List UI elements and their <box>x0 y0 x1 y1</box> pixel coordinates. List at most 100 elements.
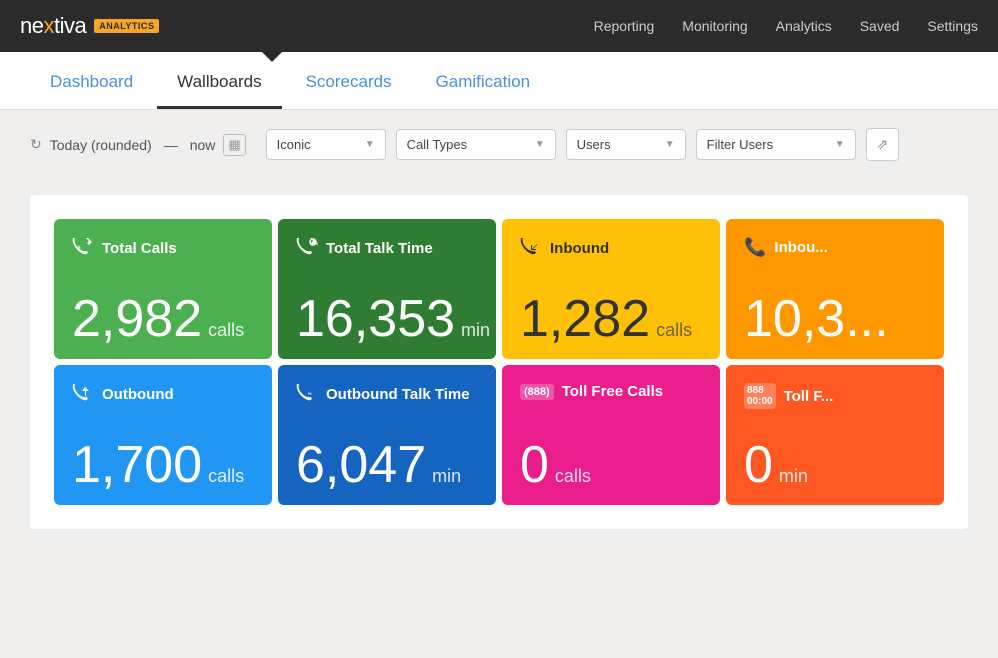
inbound-value-row: 1,282 calls <box>520 293 700 345</box>
inbound-title: Inbound <box>550 240 609 257</box>
card-outbound[interactable]: Outbound 1,700 calls <box>54 365 272 505</box>
filter-users-dropdown[interactable]: Filter Users ▼ <box>696 129 856 160</box>
tab-wallboards[interactable]: Wallboards <box>157 72 281 109</box>
outbound-talk-time-title: Outbound Talk Time <box>326 386 470 403</box>
nav-arrow <box>262 52 282 62</box>
toll-free-calls-value: 0 <box>520 439 549 491</box>
inbound-talk-time-title: Inbou... <box>774 239 827 256</box>
outbound-talk-time-icon: ∞ <box>296 383 318 406</box>
call-types-dropdown[interactable]: Call Types ▼ <box>396 129 556 160</box>
users-dropdown[interactable]: Users ▼ <box>566 129 686 160</box>
logo-area: nextiva ANALYTICS <box>20 13 159 39</box>
view-type-dropdown[interactable]: Iconic ▼ <box>266 129 386 160</box>
card-total-calls-header: Total Calls <box>72 237 252 260</box>
card-outbound-talk-time-header: ∞ Outbound Talk Time <box>296 383 476 406</box>
logo-dot: x <box>43 13 54 38</box>
inbound-talk-time-value-row: 10,3... <box>744 293 924 345</box>
date-range-label: ↻ Today (rounded) — now ▦ <box>30 134 246 156</box>
filter-users-arrow: ▼ <box>835 139 845 150</box>
inbound-talk-time-icon: 📞 <box>744 237 766 258</box>
total-calls-value: 2,982 <box>72 293 202 345</box>
calendar-icon[interactable]: ▦ <box>223 134 245 156</box>
svg-text:∞: ∞ <box>308 391 312 397</box>
card-toll-free-calls[interactable]: (888) Toll Free Calls 0 calls <box>502 365 720 505</box>
logo-tiva: tiva <box>54 13 86 38</box>
total-talk-time-value: 16,353 <box>296 293 455 345</box>
tab-gamification[interactable]: Gamification <box>416 72 550 109</box>
total-talk-time-unit: min <box>461 320 490 341</box>
toll-free-time-unit: min <box>779 466 808 487</box>
date-separator: — <box>164 137 178 153</box>
total-talk-time-title: Total Talk Time <box>326 240 433 257</box>
export-button[interactable]: ⇗ <box>866 128 900 161</box>
outbound-unit: calls <box>208 466 244 487</box>
card-inbound-header: Inbound <box>520 237 700 260</box>
tab-scorecards[interactable]: Scorecards <box>286 72 412 109</box>
nav-links: Reporting Monitoring Analytics Saved Set… <box>594 18 978 34</box>
toll-free-calls-value-row: 0 calls <box>520 439 700 491</box>
toll-free-time-value: 0 <box>744 439 773 491</box>
tab-dashboard[interactable]: Dashboard <box>30 72 153 109</box>
outbound-talk-time-value: 6,047 <box>296 439 426 491</box>
outbound-value-row: 1,700 calls <box>72 439 252 491</box>
total-talk-time-icon: 00:00 <box>296 237 318 260</box>
card-total-talk-time[interactable]: 00:00 Total Talk Time 16,353 min <box>278 219 496 359</box>
date-end: now <box>190 137 216 153</box>
logo-text: nextiva <box>20 13 86 39</box>
users-arrow: ▼ <box>665 139 675 150</box>
call-types-arrow: ▼ <box>535 139 545 150</box>
nav-analytics[interactable]: Analytics <box>776 18 832 34</box>
inbound-value: 1,282 <box>520 293 650 345</box>
card-toll-free-time-header: 88800:00 Toll F... <box>744 383 924 409</box>
outbound-title: Outbound <box>102 386 174 403</box>
card-inbound-talk-time[interactable]: 📞 Inbou... 10,3... <box>726 219 944 359</box>
outbound-value: 1,700 <box>72 439 202 491</box>
inbound-unit: calls <box>656 320 692 341</box>
logo-n: ne <box>20 13 43 38</box>
wallboard-content: Total Calls 2,982 calls 00:00 <box>0 175 998 549</box>
card-outbound-header: Outbound <box>72 383 252 406</box>
refresh-icon[interactable]: ↻ <box>30 136 42 153</box>
cards-container: Total Calls 2,982 calls 00:00 <box>30 195 968 529</box>
nav-reporting[interactable]: Reporting <box>594 18 655 34</box>
toll-free-time-icon: 88800:00 <box>744 383 776 409</box>
date-start: Today (rounded) <box>50 137 152 153</box>
total-talk-time-value-row: 16,353 min <box>296 293 476 345</box>
total-calls-title: Total Calls <box>102 240 177 257</box>
inbound-talk-time-value: 10,3... <box>744 293 889 345</box>
outbound-talk-time-unit: min <box>432 466 461 487</box>
analytics-badge: ANALYTICS <box>94 19 159 33</box>
card-outbound-talk-time[interactable]: ∞ Outbound Talk Time 6,047 min <box>278 365 496 505</box>
outbound-talk-time-value-row: 6,047 min <box>296 439 476 491</box>
view-type-value: Iconic <box>277 137 311 152</box>
filter-users-value: Filter Users <box>707 137 773 152</box>
toll-free-calls-icon: (888) <box>520 384 554 400</box>
total-calls-value-row: 2,982 calls <box>72 293 252 345</box>
toolbar: ↻ Today (rounded) — now ▦ Iconic ▼ Call … <box>0 110 998 175</box>
card-inbound-talk-time-header: 📞 Inbou... <box>744 237 924 258</box>
total-calls-unit: calls <box>208 320 244 341</box>
inbound-icon <box>520 237 542 260</box>
toll-free-calls-unit: calls <box>555 466 591 487</box>
card-total-talk-time-header: 00:00 Total Talk Time <box>296 237 476 260</box>
card-inbound[interactable]: Inbound 1,282 calls <box>502 219 720 359</box>
call-types-value: Call Types <box>407 137 467 152</box>
view-type-arrow: ▼ <box>365 139 375 150</box>
topnav: nextiva ANALYTICS Reporting Monitoring A… <box>0 0 998 52</box>
nav-saved[interactable]: Saved <box>860 18 900 34</box>
toll-free-calls-title: Toll Free Calls <box>562 383 663 400</box>
toll-free-time-title: Toll F... <box>784 388 834 405</box>
cards-grid: Total Calls 2,982 calls 00:00 <box>54 219 944 505</box>
tabs-section: Dashboard Wallboards Scorecards Gamifica… <box>0 52 998 110</box>
card-toll-free-time[interactable]: 88800:00 Toll F... 0 min <box>726 365 944 505</box>
total-calls-icon <box>72 237 94 260</box>
card-toll-free-calls-header: (888) Toll Free Calls <box>520 383 700 400</box>
card-total-calls[interactable]: Total Calls 2,982 calls <box>54 219 272 359</box>
nav-settings[interactable]: Settings <box>927 18 978 34</box>
nav-monitoring[interactable]: Monitoring <box>682 18 747 34</box>
outbound-icon <box>72 383 94 406</box>
toll-free-time-value-row: 0 min <box>744 439 924 491</box>
users-value: Users <box>577 137 611 152</box>
svg-text:00:00: 00:00 <box>311 241 319 246</box>
export-icon: ⇗ <box>877 136 889 153</box>
